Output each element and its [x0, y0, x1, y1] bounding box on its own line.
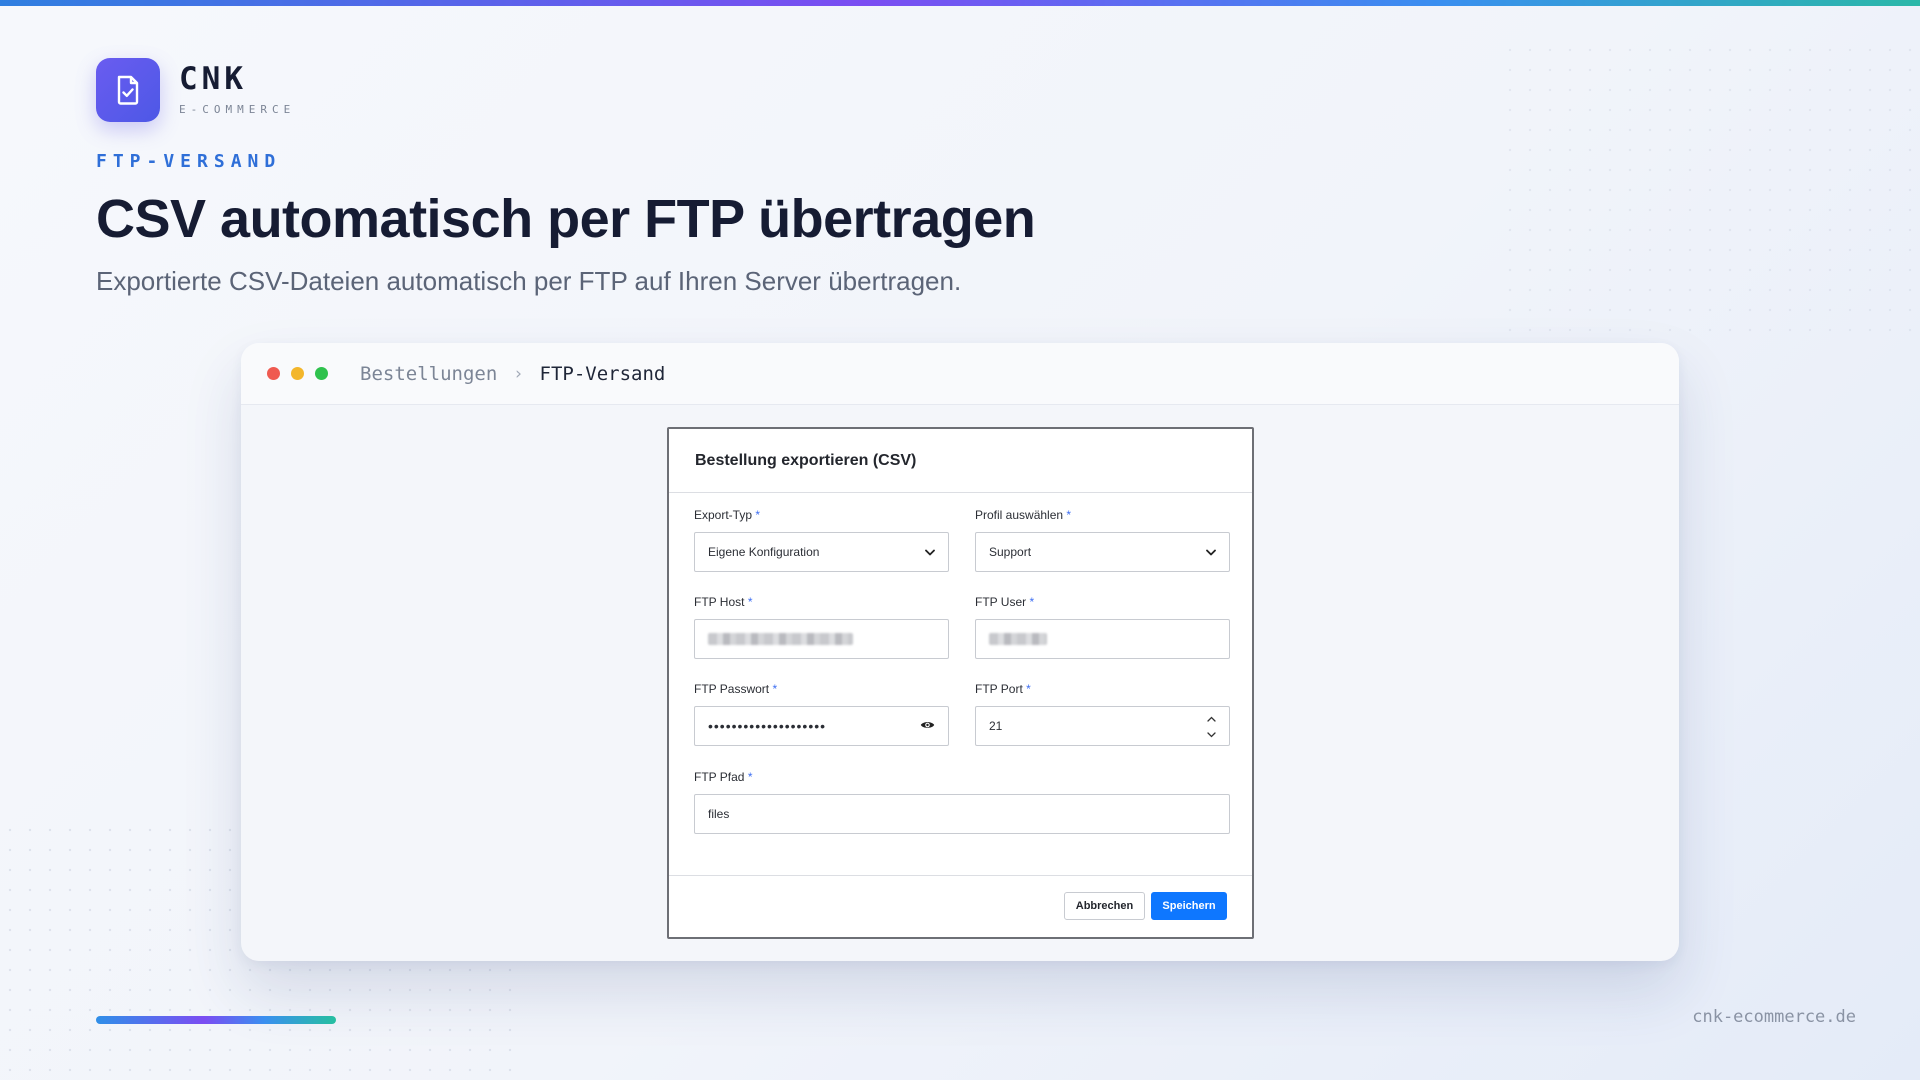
ftp-path-field: FTP Pfad * files [694, 770, 1230, 834]
modal-title: Bestellung exportieren (CSV) [695, 451, 917, 469]
field-label: FTP Passwort * [694, 682, 949, 698]
brand-logo: CNK E-COMMERCE [96, 58, 295, 122]
breadcrumb-separator: › [513, 363, 524, 384]
export-type-field: Export-Typ * Eigene Konfiguration [694, 508, 949, 572]
export-type-value: Eigene Konfiguration [708, 545, 820, 559]
save-button[interactable]: Speichern [1151, 892, 1227, 920]
footer-url[interactable]: cnk-ecommerce.de [1692, 1007, 1856, 1027]
brand-name: CNK [179, 61, 247, 97]
ftp-user-field: FTP User * [975, 595, 1230, 659]
breadcrumb-parent[interactable]: Bestellungen [360, 363, 497, 385]
ftp-host-input[interactable] [694, 619, 949, 659]
required-marker: * [1026, 682, 1031, 696]
ftp-password-input[interactable]: •••••••••••••••••••• [694, 706, 949, 746]
chevron-down-icon [925, 545, 935, 559]
ftp-port-label: FTP Port [975, 682, 1023, 696]
top-accent-bar [0, 0, 1920, 6]
ftp-password-field: FTP Passwort * •••••••••••••••••••• [694, 682, 949, 746]
ftp-host-label: FTP Host [694, 595, 745, 609]
ftp-user-blurred-value [989, 633, 1047, 645]
required-marker: * [747, 770, 753, 784]
section-eyebrow: FTP-VERSAND [96, 151, 282, 172]
ftp-path-input[interactable]: files [694, 794, 1230, 834]
chevron-down-icon [1206, 545, 1216, 559]
export-type-label: Export-Typ [694, 508, 753, 522]
export-type-select[interactable]: Eigene Konfiguration [694, 532, 949, 572]
ftp-password-label: FTP Passwort [694, 682, 770, 696]
profile-select[interactable]: Support [975, 532, 1230, 572]
decorative-gradient-bar [96, 1016, 336, 1024]
ftp-port-input[interactable]: 21 [975, 706, 1230, 746]
window-titlebar: Bestellungen › FTP-Versand [241, 343, 1679, 405]
ftp-password-value: •••••••••••••••••••• [708, 718, 827, 734]
profile-label: Profil auswählen [975, 508, 1064, 522]
ftp-user-input[interactable] [975, 619, 1230, 659]
modal-header: Bestellung exportieren (CSV) [669, 429, 1252, 493]
modal-footer: Abbrechen Speichern [669, 875, 1252, 937]
port-stepper[interactable] [1207, 711, 1216, 741]
ftp-host-field: FTP Host * [694, 595, 949, 659]
window-close-dot[interactable] [267, 367, 280, 380]
required-marker: * [755, 508, 761, 522]
required-marker: * [1066, 508, 1072, 522]
ftp-user-label: FTP User [975, 595, 1027, 609]
required-marker: * [1029, 595, 1035, 609]
ftp-port-field: FTP Port * 21 [975, 682, 1230, 746]
ftp-path-value: files [708, 807, 730, 821]
window-minimize-dot[interactable] [291, 367, 304, 380]
export-modal: Bestellung exportieren (CSV) Export-Typ … [667, 427, 1254, 939]
field-label: Export-Typ * [694, 508, 949, 524]
window-maximize-dot[interactable] [315, 367, 328, 380]
page-subtitle: Exportierte CSV-Dateien automatisch per … [96, 266, 962, 296]
ftp-port-value: 21 [989, 719, 1003, 733]
field-label: Profil auswählen * [975, 508, 1230, 524]
chevron-up-icon[interactable] [1207, 711, 1216, 725]
required-marker: * [772, 682, 778, 696]
brand-tagline: E-COMMERCE [179, 103, 296, 116]
cancel-button[interactable]: Abbrechen [1064, 892, 1145, 920]
breadcrumb: Bestellungen › FTP-Versand [360, 363, 665, 385]
document-check-icon [96, 58, 160, 122]
field-label: FTP Port * [975, 682, 1230, 698]
field-label: FTP Pfad * [694, 770, 1230, 786]
ftp-path-label: FTP Pfad [694, 770, 745, 784]
eye-icon[interactable] [920, 719, 935, 733]
page-title: CSV automatisch per FTP übertragen [96, 189, 1036, 249]
dot-pattern-decoration-right [1500, 40, 1920, 340]
profile-value: Support [989, 545, 1032, 559]
profile-field: Profil auswählen * Support [975, 508, 1230, 572]
breadcrumb-current: FTP-Versand [539, 362, 666, 385]
required-marker: * [747, 595, 753, 609]
chevron-down-icon[interactable] [1207, 727, 1216, 741]
app-window: Bestellungen › FTP-Versand Bestellung ex… [241, 343, 1679, 961]
field-label: FTP Host * [694, 595, 949, 611]
field-label: FTP User * [975, 595, 1230, 611]
ftp-host-blurred-value [708, 633, 853, 645]
